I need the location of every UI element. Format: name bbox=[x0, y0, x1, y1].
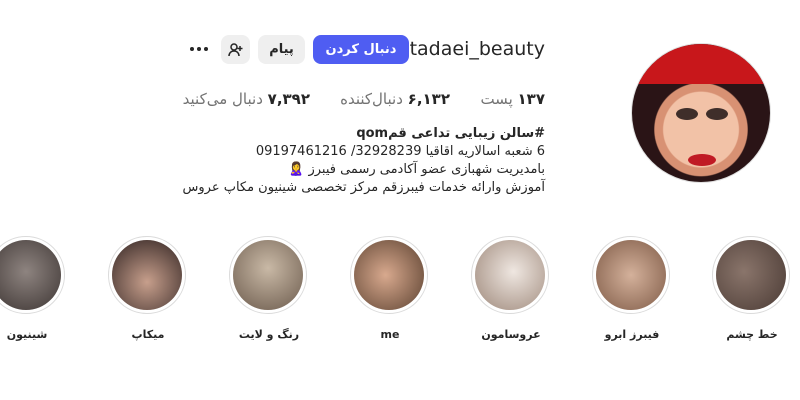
highlight-item[interactable]: رنگ و لایت bbox=[229, 236, 309, 341]
followers-label: دنبال‌کننده bbox=[340, 90, 403, 108]
highlight-label: عروسامون bbox=[481, 328, 541, 341]
more-options-button[interactable] bbox=[186, 36, 212, 62]
following-count: ۷,۳۹۲ bbox=[267, 90, 310, 108]
stat-posts: ۱۳۷ پست bbox=[480, 90, 545, 108]
highlight-ring bbox=[350, 236, 428, 314]
highlight-thumbnail bbox=[354, 240, 424, 310]
highlight-thumbnail bbox=[233, 240, 303, 310]
suggest-accounts-button[interactable] bbox=[221, 35, 250, 64]
stat-followers[interactable]: ۶,۱۳۲ دنبال‌کننده bbox=[340, 90, 450, 108]
avatar-hat bbox=[632, 44, 770, 84]
username: tadaei_beauty bbox=[409, 38, 545, 60]
highlight-ring bbox=[229, 236, 307, 314]
posts-count: ۱۳۷ bbox=[517, 90, 545, 108]
following-label: دنبال می‌کنید bbox=[182, 90, 263, 108]
highlight-thumbnail bbox=[716, 240, 786, 310]
avatar-lips bbox=[688, 154, 716, 166]
highlight-label: me bbox=[380, 328, 400, 341]
highlight-ring bbox=[471, 236, 549, 314]
avatar-eye-right bbox=[706, 108, 728, 120]
highlight-label: فیبرز ابرو bbox=[604, 328, 660, 341]
highlight-ring bbox=[0, 236, 65, 314]
bio-line-2: 6 شعبه اسالاریه اقاقیا 32928239/ 0919746… bbox=[255, 144, 545, 159]
highlight-label: خط چشم bbox=[726, 328, 778, 341]
more-options-icon bbox=[190, 47, 208, 51]
bio-line-4: آموزش وارائه خدمات فیبرزقم مرکز تخصصی شی… bbox=[182, 180, 546, 195]
highlight-thumbnail bbox=[0, 240, 61, 310]
highlight-ring bbox=[712, 236, 790, 314]
highlight-item[interactable]: me bbox=[350, 236, 430, 341]
highlight-item[interactable]: فیبرز ابرو bbox=[592, 236, 672, 341]
followers-count: ۶,۱۳۲ bbox=[407, 90, 450, 108]
highlight-item[interactable]: عروسامون bbox=[471, 236, 551, 341]
highlight-item[interactable]: شینیون bbox=[0, 236, 67, 341]
stat-following[interactable]: ۷,۳۹۲ دنبال می‌کنید bbox=[183, 90, 310, 108]
highlight-thumbnail bbox=[475, 240, 545, 310]
person-plus-icon bbox=[227, 42, 242, 56]
bio-line-1: #سالن زیبایی تداعی قمqom bbox=[356, 126, 545, 141]
profile-avatar[interactable] bbox=[631, 43, 771, 183]
avatar-eye-left bbox=[676, 108, 698, 120]
highlight-label: میکاپ bbox=[131, 328, 165, 341]
highlight-thumbnail bbox=[112, 240, 182, 310]
highlight-item[interactable]: خط چشم bbox=[712, 236, 792, 341]
highlight-label: رنگ و لایت bbox=[238, 328, 300, 341]
message-button[interactable]: پیام bbox=[258, 35, 305, 64]
follow-button[interactable]: دنبال کردن bbox=[313, 35, 409, 64]
highlight-label: شینیون bbox=[6, 328, 48, 341]
highlight-ring bbox=[592, 236, 670, 314]
bio-line-3: بامدیریت شهبازی عضو آکادمی رسمی فیبرز 🙎‍… bbox=[288, 162, 545, 177]
highlight-ring bbox=[108, 236, 186, 314]
highlight-thumbnail bbox=[596, 240, 666, 310]
posts-label: پست bbox=[480, 90, 513, 108]
highlight-item[interactable]: میکاپ bbox=[108, 236, 188, 341]
